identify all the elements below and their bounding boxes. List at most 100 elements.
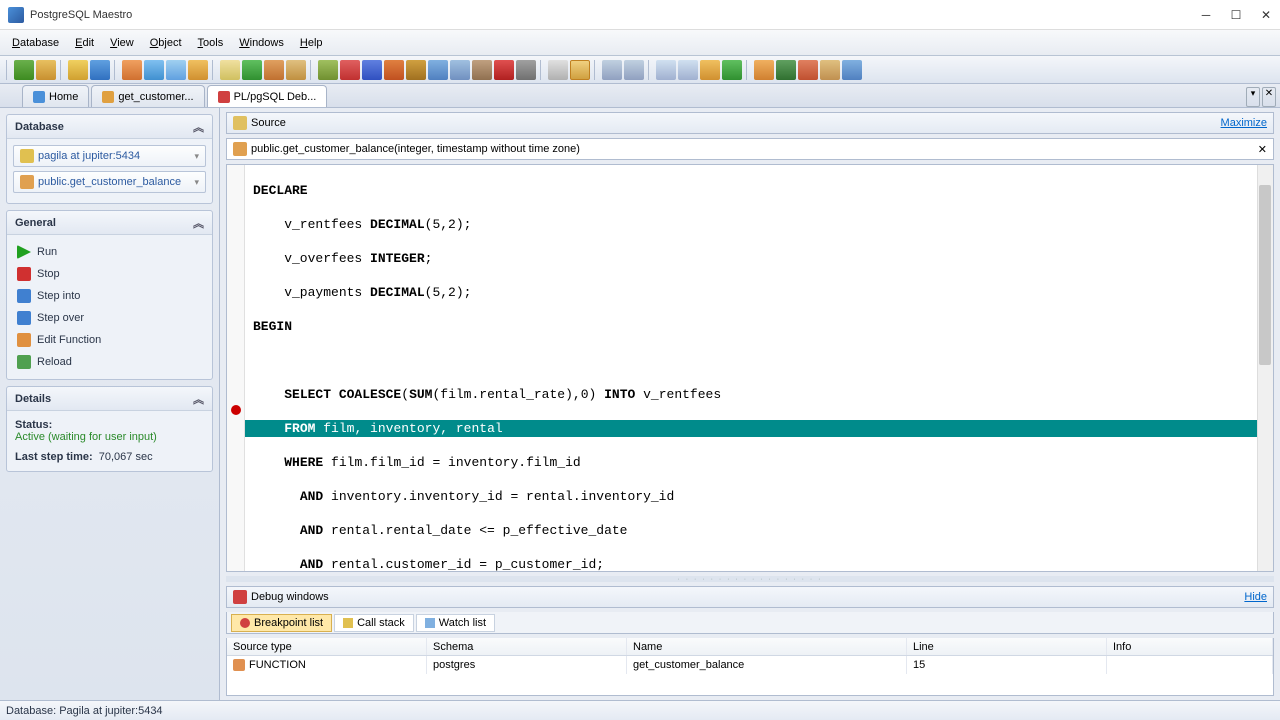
tb-more-icon[interactable] xyxy=(516,60,536,80)
tb-grid-icon[interactable] xyxy=(166,60,186,80)
function-combo[interactable]: public.get_customer_balance xyxy=(13,171,206,193)
bug-icon xyxy=(218,91,230,103)
tb-disconnect-icon[interactable] xyxy=(36,60,56,80)
menu-view[interactable]: View xyxy=(102,33,142,53)
action-edit-function[interactable]: Edit Function xyxy=(13,329,206,351)
panel-database: Database ︽ pagila at jupiter:5434 public… xyxy=(6,114,213,204)
document-tabs: Home get_customer... PL/pgSQL Deb... ▾ ✕ xyxy=(0,84,1280,108)
action-stop[interactable]: Stop xyxy=(13,263,206,285)
tb-world-icon[interactable] xyxy=(776,60,796,80)
tb-doc2-icon[interactable] xyxy=(678,60,698,80)
col-name[interactable]: Name xyxy=(627,638,907,655)
tb-db-icon[interactable] xyxy=(68,60,88,80)
scrollbar-thumb[interactable] xyxy=(1259,185,1271,365)
panel-general: General ︽ Run Stop Step into St xyxy=(6,210,213,380)
source-icon xyxy=(233,116,247,130)
breakpoint-marker[interactable] xyxy=(231,405,241,415)
action-step-into[interactable]: Step into xyxy=(13,285,206,307)
tb-mail-icon[interactable] xyxy=(820,60,840,80)
database-icon xyxy=(20,149,34,163)
tb-back-icon[interactable] xyxy=(700,60,720,80)
tb-connect-icon[interactable] xyxy=(14,60,34,80)
database-combo[interactable]: pagila at jupiter:5434 xyxy=(13,145,206,167)
tb-tool1-icon[interactable] xyxy=(318,60,338,80)
menu-edit[interactable]: Edit xyxy=(67,33,102,53)
col-source-type[interactable]: Source type xyxy=(227,638,427,655)
tb-help-icon[interactable] xyxy=(798,60,818,80)
main-area: Source Maximize public.get_customer_bala… xyxy=(220,108,1280,700)
tb-edit-icon[interactable] xyxy=(122,60,142,80)
close-source-icon[interactable]: ✕ xyxy=(1258,143,1267,156)
panel-details: Details ︽ Status: Active (waiting for us… xyxy=(6,386,213,472)
menu-tools[interactable]: Tools xyxy=(190,33,232,53)
tb-box-icon[interactable] xyxy=(406,60,426,80)
tb-doc1-icon[interactable] xyxy=(656,60,676,80)
debug-panel-header: Debug windows Hide xyxy=(226,586,1274,608)
home-icon xyxy=(33,91,45,103)
watch-icon xyxy=(425,618,435,628)
maximize-button[interactable]: ☐ xyxy=(1230,9,1242,21)
debug-panel-title: Debug windows xyxy=(251,591,1240,603)
minimize-button[interactable]: ─ xyxy=(1200,9,1212,21)
last-step-label: Last step time: xyxy=(15,451,93,463)
tb-table-icon[interactable] xyxy=(144,60,164,80)
tab-breakpoints[interactable]: Breakpoint list xyxy=(231,614,332,632)
breakpoint-icon xyxy=(240,618,250,628)
tb-sql-icon[interactable] xyxy=(188,60,208,80)
editor-gutter xyxy=(227,165,245,571)
tb-import-icon[interactable] xyxy=(286,60,306,80)
tb-windows-icon[interactable] xyxy=(450,60,470,80)
tb-paste-icon[interactable] xyxy=(624,60,644,80)
menu-object[interactable]: Object xyxy=(142,33,190,53)
tab-watchlist[interactable]: Watch list xyxy=(416,614,495,632)
tb-schema-icon[interactable] xyxy=(472,60,492,80)
menu-help[interactable]: Help xyxy=(292,33,331,53)
collapse-icon[interactable]: ︽ xyxy=(193,119,204,135)
tab-callstack[interactable]: Call stack xyxy=(334,614,414,632)
collapse-icon[interactable]: ︽ xyxy=(193,215,204,231)
action-run[interactable]: Run xyxy=(13,241,206,263)
hide-link[interactable]: Hide xyxy=(1244,591,1267,603)
source-panel-title: Source xyxy=(251,117,1217,129)
tb-bug-icon[interactable] xyxy=(494,60,514,80)
debug-icon xyxy=(233,590,247,604)
tb-copy-icon[interactable] xyxy=(602,60,622,80)
menu-database[interactable]: Database xyxy=(4,33,67,53)
tb-cube-icon[interactable] xyxy=(384,60,404,80)
col-schema[interactable]: Schema xyxy=(427,638,627,655)
tab-close-icon[interactable]: ✕ xyxy=(1262,87,1276,107)
col-line[interactable]: Line xyxy=(907,638,1107,655)
menu-windows[interactable]: Windows xyxy=(231,33,292,53)
horizontal-splitter[interactable]: · · · · · · · · · · · · · · · · · · xyxy=(226,576,1274,582)
tb-chart-icon[interactable] xyxy=(362,60,382,80)
status-label: Status: xyxy=(15,419,52,431)
tb-window-icon[interactable] xyxy=(428,60,448,80)
tb-refresh-icon[interactable] xyxy=(90,60,110,80)
code-editor[interactable]: DECLARE v_rentfees DECIMAL(5,2); v_overf… xyxy=(226,164,1274,572)
tb-fwd-icon[interactable] xyxy=(722,60,742,80)
function-icon xyxy=(102,91,114,103)
action-step-over[interactable]: Step over xyxy=(13,307,206,329)
maximize-link[interactable]: Maximize xyxy=(1221,117,1267,129)
tab-dropdown-icon[interactable]: ▾ xyxy=(1246,87,1260,107)
tb-about-icon[interactable] xyxy=(842,60,862,80)
tab-debugger[interactable]: PL/pgSQL Deb... xyxy=(207,85,328,107)
tab-home[interactable]: Home xyxy=(22,85,89,107)
close-button[interactable]: ✕ xyxy=(1260,9,1272,21)
tb-tool2-icon[interactable] xyxy=(340,60,360,80)
step-over-icon xyxy=(17,311,31,325)
collapse-icon[interactable]: ︽ xyxy=(193,391,204,407)
vertical-scrollbar[interactable] xyxy=(1257,165,1273,571)
breakpoint-row[interactable]: FUNCTION postgres get_customer_balance 1… xyxy=(227,656,1273,674)
last-step-value: 70,067 sec xyxy=(99,451,153,463)
col-info[interactable]: Info xyxy=(1107,638,1273,655)
tb-check-icon[interactable] xyxy=(242,60,262,80)
tb-home-icon[interactable] xyxy=(754,60,774,80)
tb-script-icon[interactable] xyxy=(220,60,240,80)
tab-get-customer[interactable]: get_customer... xyxy=(91,85,204,107)
step-into-icon xyxy=(17,289,31,303)
tb-filter-icon[interactable] xyxy=(548,60,568,80)
tb-filter2-icon[interactable] xyxy=(570,60,590,80)
tb-export-icon[interactable] xyxy=(264,60,284,80)
action-reload[interactable]: Reload xyxy=(13,351,206,373)
